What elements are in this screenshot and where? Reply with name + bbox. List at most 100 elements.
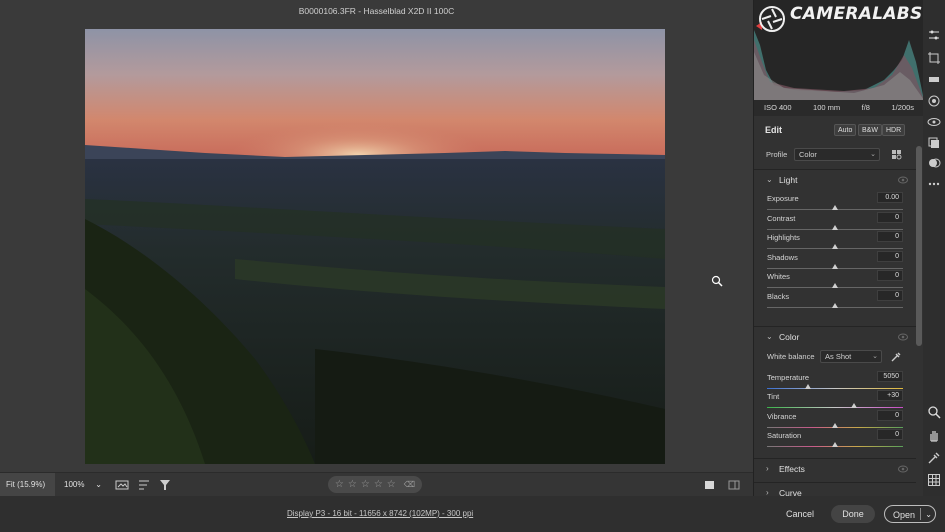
slider-value-input[interactable]: 0 <box>877 211 903 223</box>
slider-thumb[interactable] <box>832 263 838 269</box>
masking-icon[interactable] <box>927 94 941 108</box>
watermark-text: CAMERALABS.COM <box>790 4 945 24</box>
slider-value-input[interactable]: 0 <box>877 429 903 441</box>
eyedropper-icon[interactable] <box>890 351 902 363</box>
star-icon[interactable]: ☆ <box>374 479 383 490</box>
slider-value-input[interactable]: 0 <box>877 409 903 421</box>
slider-label: Saturation <box>767 431 802 441</box>
slider-thumb[interactable] <box>851 403 858 409</box>
chevron-down-icon: ⌄ <box>766 332 773 341</box>
slider-value-input[interactable]: 0.00 <box>877 192 903 203</box>
slider-value-input[interactable]: 0 <box>877 250 903 262</box>
slider-value-input[interactable]: +30 <box>877 390 903 402</box>
curve-section-header[interactable]: › Curve <box>754 482 916 496</box>
slider-thumb[interactable] <box>832 244 838 250</box>
image-canvas[interactable] <box>0 22 753 472</box>
slider-thumb[interactable] <box>832 422 838 428</box>
white-balance-select[interactable]: As Shot ⌄ <box>820 350 882 363</box>
slider-value-input[interactable]: 0 <box>877 270 903 282</box>
crop-icon[interactable] <box>927 51 941 65</box>
iso-value: ISO 400 <box>764 103 792 112</box>
slider-value-input[interactable]: 0 <box>877 290 903 301</box>
edit-title: Edit <box>765 125 782 135</box>
edit-sliders-icon[interactable] <box>927 28 941 42</box>
presets-icon[interactable] <box>927 136 941 150</box>
star-icon[interactable]: ☆ <box>361 479 370 490</box>
slider-track[interactable] <box>767 388 903 389</box>
eye-icon[interactable] <box>898 465 908 473</box>
auto-button[interactable]: Auto <box>834 124 857 136</box>
bottom-toolbar: Fit (15.9%) 100% ⌄ ☆ ☆ ☆ ☆ ☆ ⌫ <box>0 472 753 497</box>
sort-icon[interactable] <box>137 478 151 492</box>
fit-zoom-button[interactable]: Fit (15.9%) <box>0 473 55 497</box>
slider-label: Blacks <box>767 292 790 301</box>
slider-whites[interactable]: Whites 0 <box>767 270 903 290</box>
light-section-header[interactable]: ⌄ Light <box>754 169 916 189</box>
star-icon[interactable]: ☆ <box>348 479 357 490</box>
slider-label: Exposure <box>767 194 799 203</box>
bw-button[interactable]: B&W <box>858 124 882 136</box>
slider-thumb[interactable] <box>804 384 811 389</box>
tool-strip <box>923 0 945 496</box>
slider-thumb[interactable] <box>832 224 838 230</box>
more-icon[interactable] <box>927 177 941 191</box>
wb-sampler-icon[interactable] <box>927 451 941 465</box>
color-section-header[interactable]: ⌄ Color <box>754 326 916 346</box>
hand-tool-icon[interactable] <box>927 428 941 442</box>
slider-track[interactable] <box>767 407 903 409</box>
slider-vibrance[interactable]: Vibrance 0 <box>767 409 903 430</box>
slider-highlights[interactable]: Highlights 0 <box>767 231 903 251</box>
star-icon[interactable]: ☆ <box>335 479 344 490</box>
slider-thumb[interactable] <box>832 205 838 210</box>
slider-exposure[interactable]: Exposure 0.00 <box>767 192 903 212</box>
open-button[interactable]: Open ⌄ <box>884 505 936 523</box>
before-after-icon[interactable] <box>703 478 717 492</box>
profile-select[interactable]: Color ⌄ <box>794 148 880 161</box>
footer-bar: Display P3 - 16 bit - 11656 x 8742 (102M… <box>0 496 945 532</box>
photo-preview[interactable] <box>85 29 665 464</box>
slider-shadows[interactable]: Shadows 0 <box>767 250 903 271</box>
slider-label: Temperature <box>767 373 810 382</box>
star-rating[interactable]: ☆ ☆ ☆ ☆ ☆ ⌫ <box>328 476 422 493</box>
slider-contrast[interactable]: Contrast 0 <box>767 211 903 232</box>
white-balance-value: As Shot <box>825 352 852 361</box>
zoom-level-select[interactable]: 100% ⌄ <box>56 473 104 497</box>
snapshots-icon[interactable] <box>927 156 941 170</box>
slider-thumb[interactable] <box>832 442 838 448</box>
filmstrip-icon[interactable] <box>115 478 129 492</box>
effects-section-header[interactable]: › Effects <box>754 458 916 478</box>
eye-icon[interactable] <box>898 176 908 184</box>
white-balance-label: White balance <box>767 352 815 361</box>
panel-scrollbar[interactable] <box>916 146 922 346</box>
slider-value-input[interactable]: 5050 <box>877 371 903 382</box>
profile-browser-icon[interactable] <box>892 150 902 160</box>
eraser-icon[interactable] <box>927 72 941 86</box>
star-icon[interactable]: ☆ <box>387 479 396 490</box>
slider-blacks[interactable]: Blacks 0 <box>767 290 903 310</box>
camera-aperture-icon <box>759 6 785 32</box>
slider-tint[interactable]: Tint +30 <box>767 390 903 410</box>
slider-saturation[interactable]: Saturation 0 <box>767 429 903 449</box>
slider-thumb[interactable] <box>832 283 838 289</box>
done-button[interactable]: Done <box>831 505 875 523</box>
aperture-value: f/8 <box>861 103 870 112</box>
slider-temperature[interactable]: Temperature 5050 <box>767 371 903 391</box>
hdr-button[interactable]: HDR <box>882 124 906 136</box>
zoom-tool-icon[interactable] <box>927 405 941 419</box>
slider-thumb[interactable] <box>832 303 838 308</box>
chevron-down-icon: ⌄ <box>95 480 102 489</box>
filter-icon[interactable] <box>158 478 172 492</box>
slider-label: Contrast <box>767 213 796 223</box>
cancel-button[interactable]: Cancel <box>780 505 820 523</box>
eye-icon[interactable] <box>898 333 908 341</box>
red-eye-icon[interactable] <box>927 115 941 129</box>
color-section-title: Color <box>779 332 800 342</box>
slider-label: Shadows <box>767 252 798 262</box>
grid-icon[interactable] <box>927 473 941 487</box>
window-title: B0000106.3FR - Hasselblad X2D II 100C <box>298 6 455 16</box>
trash-icon[interactable]: ⌫ <box>404 480 415 489</box>
slider-value-input[interactable]: 0 <box>877 231 903 243</box>
divider <box>920 508 921 520</box>
workflow-options-link[interactable]: Display P3 - 16 bit - 11656 x 8742 (102M… <box>287 509 473 518</box>
panel-toggle-icon[interactable] <box>727 478 741 492</box>
